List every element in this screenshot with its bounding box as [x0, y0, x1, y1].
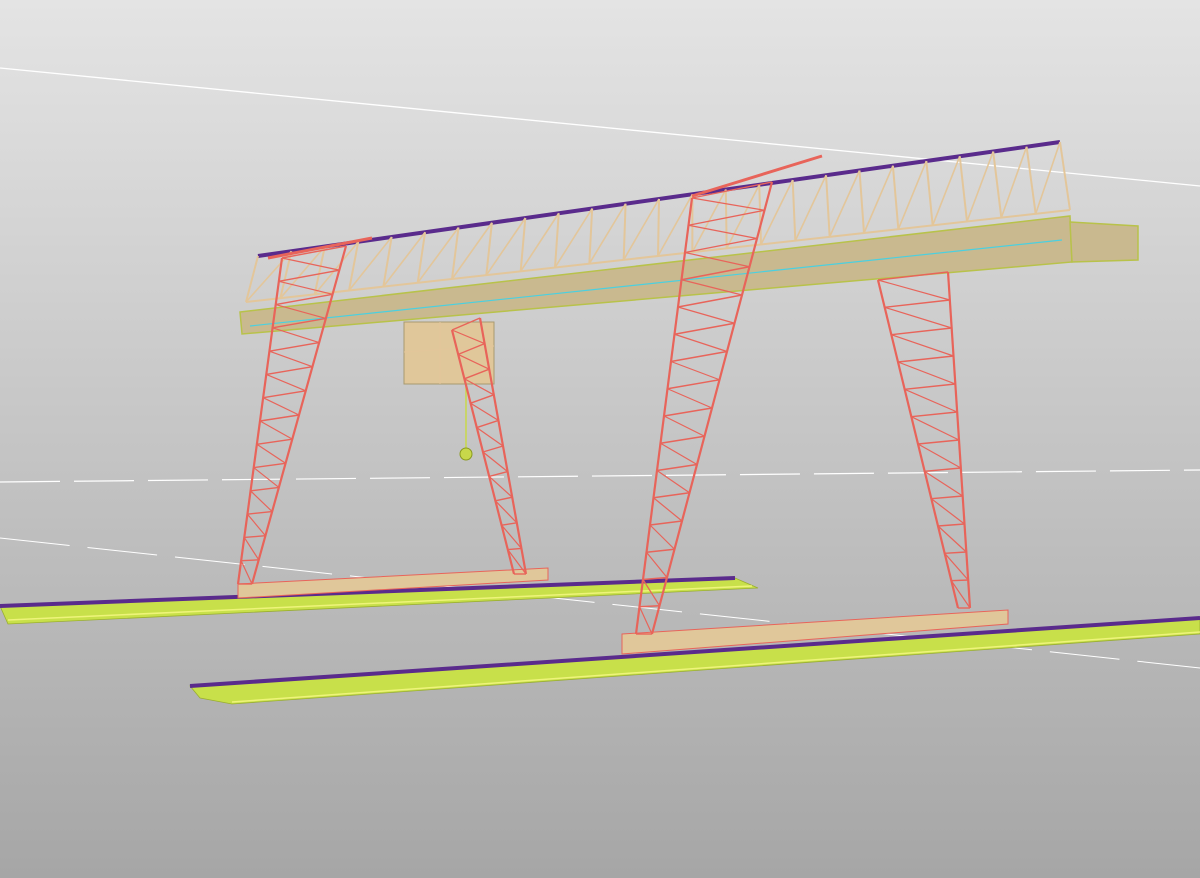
gantry-crane-scene: [0, 0, 1200, 878]
cad-viewport[interactable]: [0, 0, 1200, 878]
hook-block: [459, 447, 473, 461]
girder-vertical: [724, 189, 728, 249]
viewport-background: [0, 0, 1200, 878]
leg-strut: [241, 559, 259, 562]
girder-vertical: [657, 198, 660, 257]
trolley-frame: [403, 321, 495, 385]
girder-end-cap: [1069, 221, 1139, 263]
leg-strut: [951, 579, 969, 582]
leg-strut: [639, 605, 660, 608]
